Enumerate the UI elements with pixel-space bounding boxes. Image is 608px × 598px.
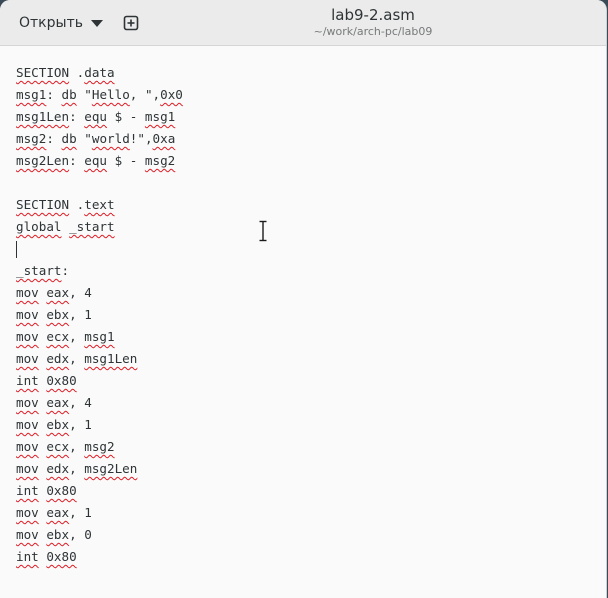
text-cursor-ibeam-icon [259,220,267,242]
text-caret [16,241,17,258]
new-document-button[interactable] [119,11,143,35]
code-line[interactable]: mov ebx, 1 [16,304,183,326]
text-editor-window: Открыть lab9-2.asm ~/work/arch-pc/lab09 … [0,0,607,598]
code-line[interactable]: SECTION .text [16,194,183,216]
code-line[interactable]: mov eax, 4 [16,392,183,414]
code-line[interactable] [16,172,183,194]
header-bar: Открыть lab9-2.asm ~/work/arch-pc/lab09 [0,0,606,46]
code-line[interactable]: mov ebx, 0 [16,524,183,546]
document-path: ~/work/arch-pc/lab09 [313,25,433,38]
code-line[interactable]: mov eax, 4 [16,282,183,304]
code-line[interactable]: _start: [16,260,183,282]
code-line[interactable]: mov edx, msg1Len [16,348,183,370]
open-button-label: Открыть [19,15,83,31]
code-line[interactable]: mov ecx, msg2 [16,436,183,458]
code-line[interactable]: msg2Len: equ $ - msg2 [16,150,183,172]
code-line[interactable]: int 0x80 [16,480,183,502]
editor-area[interactable]: SECTION .data msg1: db "Hello, ",0x0 msg1L… [0,46,606,598]
code-line[interactable]: mov edx, msg2Len [16,458,183,480]
open-file-button[interactable]: Открыть [8,8,108,38]
document-title: lab9-2.asm [331,6,415,24]
plus-square-icon [123,15,139,31]
code-line[interactable]: msg2: db "world!",0xa [16,128,183,150]
code-line[interactable]: int 0x80 [16,546,183,568]
code-line[interactable]: mov eax, 1 [16,502,183,524]
code-line[interactable]: msg1Len: equ $ - msg1 [16,106,183,128]
code-line[interactable]: mov ebx, 1 [16,414,183,436]
code-line[interactable]: msg1: db "Hello, ",0x0 [16,84,183,106]
code-line[interactable]: mov ecx, msg1 [16,326,183,348]
code-line[interactable]: int 0x80 [16,370,183,392]
code-line[interactable]: global _start [16,216,183,238]
code-line[interactable] [16,238,183,260]
code-lines[interactable]: SECTION .data msg1: db "Hello, ",0x0 msg1L… [16,62,183,568]
window-title: lab9-2.asm ~/work/arch-pc/lab09 [250,5,496,39]
code-line[interactable]: SECTION .data [16,62,183,84]
chevron-down-icon [90,19,103,27]
